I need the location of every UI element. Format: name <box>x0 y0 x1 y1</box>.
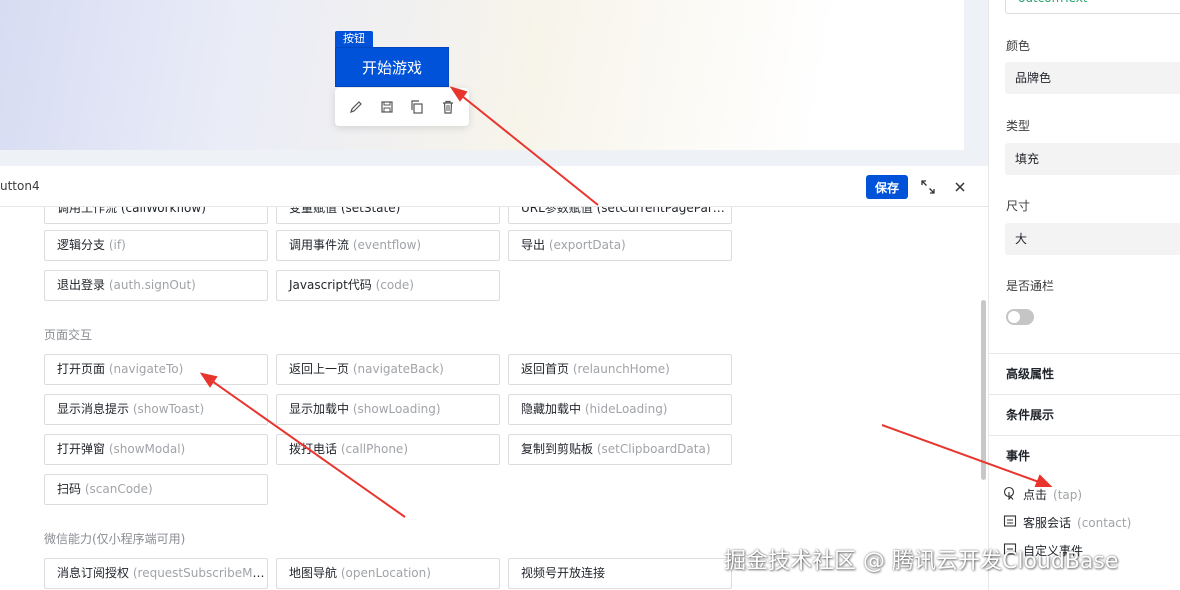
conditional-section[interactable]: 条件展示 <box>989 394 1180 434</box>
watermark: 掘金技术社区 @ 腾讯云开发CloudBase <box>724 549 1119 574</box>
event-contact[interactable]: 客服会话 (contact) <box>1003 514 1131 531</box>
text-input[interactable]: outcomText <box>1005 0 1180 14</box>
app-root: 按钮 开始游戏 utton4 保存 调用工作流 (callWorkflow) 变… <box>0 0 1180 590</box>
type-label: 类型 <box>1006 119 1031 133</box>
action-export-data[interactable]: 导出 (exportData) <box>508 230 732 261</box>
action-code: (showLoading) <box>352 402 441 416</box>
editor-title: utton4 <box>0 179 40 193</box>
action-label: 复制到剪贴板 <box>521 442 594 456</box>
edit-icon[interactable] <box>348 99 364 115</box>
action-relaunch-home[interactable]: 返回首页 (relaunchHome) <box>508 354 732 385</box>
action-label: 扫码 <box>57 482 82 496</box>
action-code: (code) <box>375 278 414 292</box>
action-code[interactable]: Javascript代码 (code) <box>276 270 500 301</box>
action-call-workflow[interactable]: 调用工作流 (callWorkflow) <box>44 207 268 224</box>
action-show-loading[interactable]: 显示加载中 (showLoading) <box>276 394 500 425</box>
action-sign-out[interactable]: 退出登录 (auth.signOut) <box>44 270 268 301</box>
action-label: 返回首页 <box>521 362 570 376</box>
save-button[interactable]: 保存 <box>866 175 908 199</box>
action-list-scrollbar[interactable] <box>981 300 986 480</box>
action-code: (eventflow) <box>352 238 422 252</box>
canvas-area: 按钮 开始游戏 <box>0 0 988 166</box>
section-page-interaction: 页面交互 <box>44 328 93 342</box>
widget-type-tag: 按钮 <box>335 31 373 47</box>
event-code: (contact) <box>1077 515 1132 530</box>
banner-label: 是否通栏 <box>1006 279 1055 293</box>
action-call-phone[interactable]: 拨打电话 (callPhone) <box>276 434 500 465</box>
events-section[interactable]: 事件 <box>989 435 1180 475</box>
action-set-url-params[interactable]: URL参数赋值 (setCurrentPageParams) <box>508 207 732 224</box>
action-code: (scanCode) <box>84 482 153 496</box>
action-code: (openLocation) <box>340 566 431 580</box>
action-navigate-to[interactable]: 打开页面 (navigateTo) <box>44 354 268 385</box>
action-label: 消息订阅授权 <box>57 566 130 580</box>
action-show-toast[interactable]: 显示消息提示 (showToast) <box>44 394 268 425</box>
advanced-section[interactable]: 高级属性 <box>989 353 1180 393</box>
action-label: 退出登录 <box>57 278 106 292</box>
contact-icon <box>1003 514 1017 531</box>
action-label: 逻辑分支 <box>57 238 106 252</box>
action-channels-open[interactable]: 视频号开放连接 <box>508 558 732 589</box>
action-label: 调用事件流 <box>289 238 350 252</box>
action-editor-header: utton4 <box>0 167 988 207</box>
action-label: 视频号开放连接 <box>521 566 606 580</box>
action-eventflow[interactable]: 调用事件流 (eventflow) <box>276 230 500 261</box>
action-code: (showModal) <box>108 442 186 456</box>
action-navigate-back[interactable]: 返回上一页 (navigateBack) <box>276 354 500 385</box>
action-list: 调用工作流 (callWorkflow) 变量赋值 (setState) URL… <box>0 207 980 590</box>
event-label: 点击 <box>1023 488 1048 502</box>
action-hide-loading[interactable]: 隐藏加载中 (hideLoading) <box>508 394 732 425</box>
type-select[interactable]: 填充 <box>1005 143 1180 175</box>
property-panel: outcomText 颜色 品牌色 类型 填充 尺寸 大 是否通栏 高级属性 条… <box>988 0 1180 590</box>
action-code: (if) <box>108 238 126 252</box>
canvas-page <box>0 0 964 150</box>
action-code: (navigateBack) <box>352 362 444 376</box>
action-code: (exportData) <box>548 238 626 252</box>
action-show-modal[interactable]: 打开弹窗 (showModal) <box>44 434 268 465</box>
size-label: 尺寸 <box>1006 199 1031 213</box>
action-open-location[interactable]: 地图导航 (openLocation) <box>276 558 500 589</box>
action-code: (setClipboardData) <box>596 442 711 456</box>
event-code: (tap) <box>1053 487 1083 502</box>
tap-icon <box>1003 486 1017 503</box>
action-code: (showToast) <box>132 402 205 416</box>
action-label: 导出 <box>521 238 546 252</box>
action-set-clipboard[interactable]: 复制到剪贴板 (setClipboardData) <box>508 434 732 465</box>
action-code: (navigateTo) <box>108 362 184 376</box>
action-code: (callPhone) <box>340 442 408 456</box>
action-code: (hideLoading) <box>584 402 668 416</box>
copy-icon[interactable] <box>409 99 425 115</box>
action-label: 拨打电话 <box>289 442 338 456</box>
banner-toggle[interactable] <box>1006 309 1034 325</box>
expand-icon[interactable] <box>919 178 937 196</box>
action-label: 打开弹窗 <box>57 442 106 456</box>
action-label: 显示消息提示 <box>57 402 130 416</box>
delete-icon[interactable] <box>440 99 456 115</box>
event-label: 客服会话 <box>1023 516 1072 530</box>
save-icon[interactable] <box>379 99 395 115</box>
action-code: (requestSubscribeMe... <box>132 566 268 580</box>
action-request-subscribe[interactable]: 消息订阅授权 (requestSubscribeMe... <box>44 558 268 589</box>
action-label: 显示加载中 <box>289 402 350 416</box>
action-set-state[interactable]: 变量赋值 (setState) <box>276 207 500 224</box>
action-label: 返回上一页 <box>289 362 350 376</box>
action-code: (auth.signOut) <box>108 278 196 292</box>
size-select[interactable]: 大 <box>1005 223 1180 255</box>
color-label: 颜色 <box>1006 39 1031 53</box>
event-tap[interactable]: 点击 (tap) <box>1003 486 1082 503</box>
action-scan-code[interactable]: 扫码 (scanCode) <box>44 474 268 505</box>
action-label: 打开页面 <box>57 362 106 376</box>
action-label: 地图导航 <box>289 566 338 580</box>
close-icon[interactable] <box>951 178 969 196</box>
widget-toolbar <box>335 88 469 126</box>
action-code: (relaunchHome) <box>572 362 670 376</box>
action-label: Javascript代码 <box>289 278 372 292</box>
action-label: 隐藏加载中 <box>521 402 582 416</box>
action-if[interactable]: 逻辑分支 (if) <box>44 230 268 261</box>
color-select[interactable]: 品牌色 <box>1005 62 1180 94</box>
section-wechat: 微信能力(仅小程序端可用) <box>44 532 186 546</box>
start-game-button[interactable]: 开始游戏 <box>335 47 449 87</box>
